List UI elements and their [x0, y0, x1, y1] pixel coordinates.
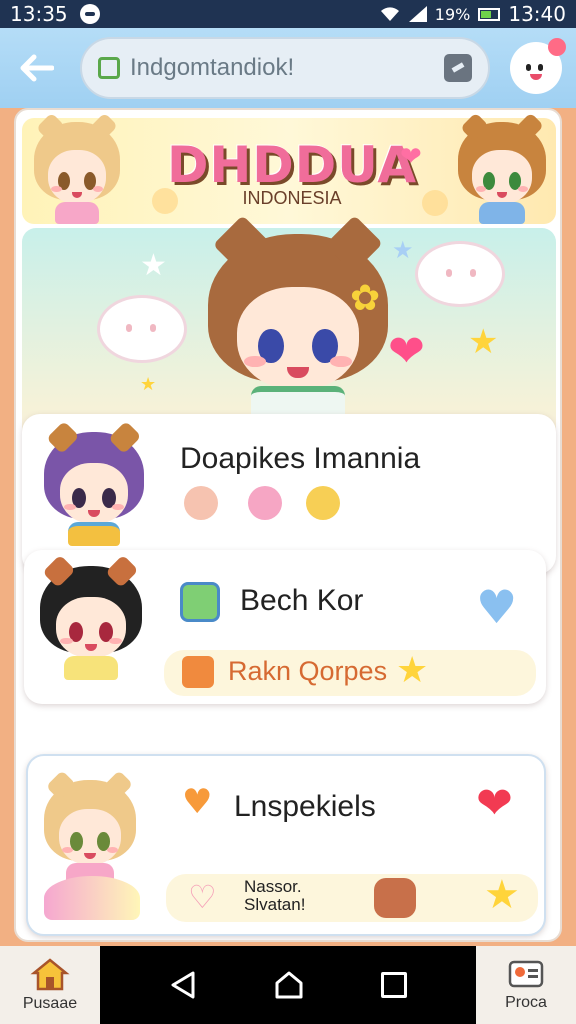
- flower-icon: ✿: [350, 278, 381, 319]
- header-banner: DHDDUA INDONESIA ❤: [22, 112, 556, 224]
- plant-pot-icon: [374, 878, 416, 918]
- signal-icon: [408, 6, 427, 22]
- arrow-left-icon: [20, 54, 54, 82]
- system-home-icon[interactable]: [274, 970, 304, 1000]
- system-back-icon[interactable]: [169, 970, 197, 1000]
- battery-percent: 19%: [434, 4, 471, 24]
- hero-character: [208, 214, 388, 428]
- status-time-right: 13:40: [508, 2, 566, 26]
- star-icon: ★: [140, 374, 157, 395]
- edit-icon[interactable]: [444, 54, 472, 82]
- balloon-icon: ♥: [182, 782, 213, 822]
- mascot-eye-left: [526, 64, 531, 71]
- character-card[interactable]: ♥ Lnspekiels ❤ ♡ Nassor. Slvatan! ★: [26, 754, 546, 936]
- pill-label: Rakn Qorpes: [228, 656, 388, 686]
- home-icon: [30, 958, 70, 991]
- info-label-2: Slvatan!: [244, 895, 306, 914]
- star-icon: ★: [468, 322, 499, 362]
- heart-outline-icon: ♡: [188, 878, 217, 916]
- heart-icon: ❤: [388, 326, 425, 377]
- status-bar: 13:35 19% 13:40: [0, 0, 576, 28]
- mascot-eye-right: [538, 64, 543, 71]
- banner-character-left: [34, 112, 120, 224]
- character-card[interactable]: Bech Kor ♥ Rakn Qorpes ★: [24, 550, 546, 704]
- bottom-navigation: Pusaae Proca: [0, 946, 576, 1024]
- nav-profile-button[interactable]: Proca: [476, 946, 576, 1024]
- banner-subtitle: INDONESIA: [242, 188, 342, 208]
- profile-card-icon: [508, 960, 544, 988]
- info-label-1: Nassor.: [244, 877, 302, 896]
- info-pill[interactable]: ♡ Nassor. Slvatan! ★: [166, 872, 538, 922]
- star-icon: ★: [392, 236, 414, 264]
- back-button[interactable]: [14, 45, 60, 91]
- mascot-bow: [548, 38, 566, 56]
- wifi-icon: [380, 7, 399, 21]
- nav-home-label: Pusaae: [22, 995, 78, 1012]
- speech-bubble-icon: [100, 298, 184, 360]
- notification-icon: [79, 4, 100, 24]
- heart-icon[interactable]: ❤: [476, 778, 513, 829]
- heart-icon: ❤: [400, 142, 422, 172]
- card-title: Bech Kor: [240, 584, 364, 617]
- heart-outline-icon[interactable]: ♥: [476, 580, 517, 634]
- system-recents-icon[interactable]: [381, 972, 408, 998]
- card-avatar: [40, 554, 142, 681]
- star-icon: ★: [484, 872, 520, 918]
- card-avatar: [44, 421, 144, 547]
- character-dress: [44, 876, 140, 920]
- banner-title: DHDDUA: [166, 136, 418, 194]
- app-bar: Indgomtandiok!: [0, 28, 576, 108]
- camera-icon: [182, 656, 214, 688]
- star-icon: ★: [140, 248, 167, 283]
- mascot-avatar-button[interactable]: [510, 38, 566, 94]
- category-pill[interactable]: Rakn Qorpes ★: [164, 650, 536, 696]
- system-nav-bar: [100, 946, 476, 1024]
- speech-bubble-icon: [418, 244, 502, 304]
- nav-profile-label: Proca: [505, 994, 547, 1011]
- url-text[interactable]: Indgomtandiok!: [130, 54, 434, 82]
- pink-blob-icon: [248, 486, 282, 520]
- url-bar[interactable]: Indgomtandiok!: [80, 37, 490, 99]
- mascot-mouth: [530, 74, 542, 80]
- chat-icon: [180, 582, 220, 622]
- cupcake-icon: [184, 486, 218, 520]
- card-avatar: [44, 769, 136, 887]
- battery-icon: [478, 7, 501, 21]
- banner-bubble: [422, 190, 448, 216]
- star-icon: ★: [396, 650, 429, 691]
- status-time-left: 13:35: [10, 2, 68, 26]
- main-panel: DHDDUA INDONESIA ❤ ★ ★ ★ ★ ❤ ✿ Doapikes …: [14, 108, 562, 942]
- yellow-blob-icon: [306, 486, 340, 520]
- banner-character-right: [458, 112, 546, 224]
- nav-home-button[interactable]: Pusaae: [0, 946, 100, 1024]
- card-title: Lnspekiels: [234, 790, 376, 823]
- card-title: Doapikes Imannia: [180, 442, 421, 475]
- lock-icon: [98, 57, 120, 79]
